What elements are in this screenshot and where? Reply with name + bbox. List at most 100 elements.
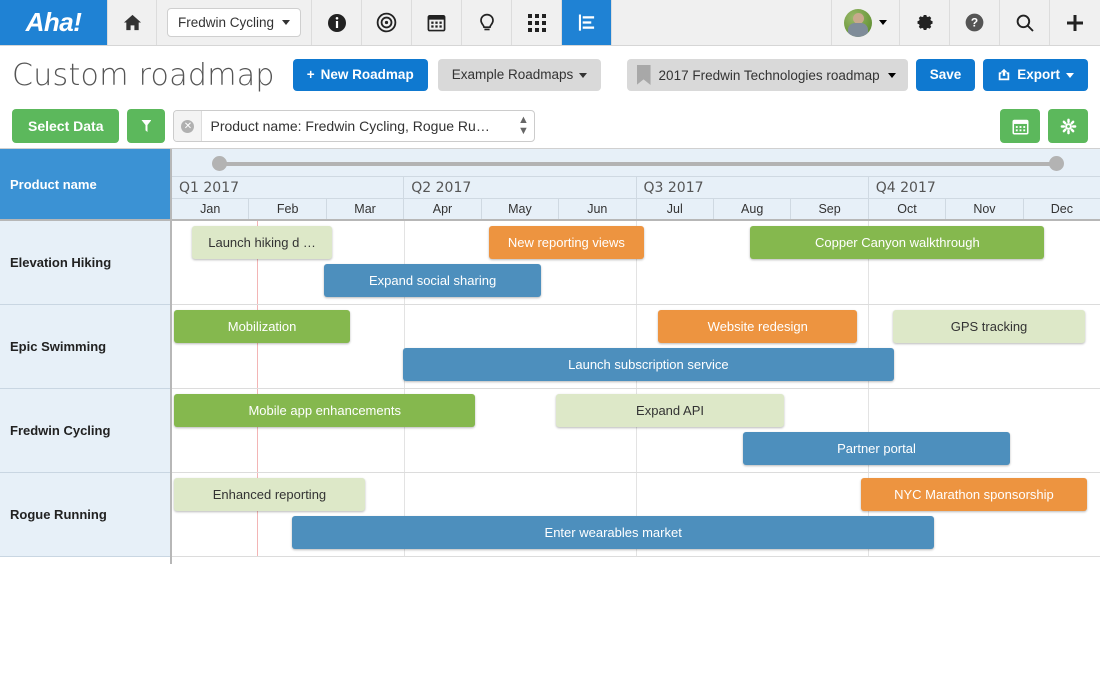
home-icon[interactable] xyxy=(107,0,157,45)
slider-handle-left[interactable] xyxy=(212,156,227,171)
page-title: Custom roadmap xyxy=(12,58,275,93)
chevron-down-icon xyxy=(579,73,587,78)
filter-funnel-button[interactable] xyxy=(127,109,165,143)
export-icon xyxy=(997,68,1011,82)
month-label: Feb xyxy=(249,199,326,219)
search-icon[interactable] xyxy=(1000,0,1050,45)
roadmap-grid: Product name Elevation HikingEpic Swimmi… xyxy=(0,148,1100,564)
month-label: Dec xyxy=(1024,199,1100,219)
slider-handle-right[interactable] xyxy=(1049,156,1064,171)
quarter-header-row: Q1 2017Q2 2017Q3 2017Q4 2017 xyxy=(172,177,1100,199)
filter-bar-actions xyxy=(1000,109,1088,143)
top-nav-right-group: ? xyxy=(831,0,1100,45)
example-roadmaps-dropdown[interactable]: Example Roadmaps xyxy=(438,59,602,91)
add-plus-icon[interactable] xyxy=(1050,0,1100,45)
chevron-down-icon xyxy=(282,20,290,25)
funnel-icon xyxy=(141,120,151,132)
info-icon[interactable] xyxy=(312,0,362,45)
bookmark-name: 2017 Fredwin Technologies roadmap xyxy=(659,68,880,83)
new-roadmap-label: New Roadmap xyxy=(321,68,414,82)
roadmap-bar[interactable]: Expand API xyxy=(556,394,783,427)
row-label[interactable]: Fredwin Cycling xyxy=(0,389,170,473)
roadmap-settings-button[interactable] xyxy=(1048,109,1088,143)
month-label: Jan xyxy=(172,199,249,219)
bookmark-icon xyxy=(637,65,651,85)
month-label: Jul xyxy=(637,199,714,219)
month-label: Mar xyxy=(327,199,404,219)
roadmap-bar[interactable]: Partner portal xyxy=(743,432,1009,465)
clear-filter-button[interactable]: ✕ xyxy=(174,111,202,141)
month-label: Apr xyxy=(404,199,481,219)
roadmap-bar[interactable]: GPS tracking xyxy=(893,310,1086,343)
roadmap-bar[interactable]: Launch subscription service xyxy=(403,348,893,381)
roadmap-row: Launch hiking d … New reporting views Copp… xyxy=(172,221,1100,305)
filter-stepper[interactable]: ▲▼ xyxy=(512,115,534,137)
month-label: Nov xyxy=(946,199,1023,219)
example-roadmaps-label: Example Roadmaps xyxy=(452,68,574,82)
roadmap-bar-rows: Launch hiking d … New reporting views Copp… xyxy=(172,221,1100,557)
new-roadmap-button[interactable]: + New Roadmap xyxy=(293,59,428,91)
gear-settings-icon[interactable] xyxy=(900,0,950,45)
select-data-button[interactable]: Select Data xyxy=(12,109,119,143)
user-avatar-menu[interactable] xyxy=(831,0,900,45)
help-question-icon[interactable]: ? xyxy=(950,0,1000,45)
month-label: Jun xyxy=(559,199,636,219)
chevron-down-icon xyxy=(1066,73,1074,78)
quarter-label: Q3 2017 xyxy=(637,177,869,198)
row-label[interactable]: Elevation Hiking xyxy=(0,221,170,305)
calendar-settings-button[interactable] xyxy=(1000,109,1040,143)
row-header-label: Product name xyxy=(0,149,170,221)
chevron-down-icon xyxy=(888,73,896,78)
page-header-actions: 2017 Fredwin Technologies roadmap Save E… xyxy=(627,59,1088,91)
calendar-icon[interactable] xyxy=(412,0,462,45)
roadmap-bar[interactable]: Enter wearables market xyxy=(292,516,935,549)
export-label: Export xyxy=(1017,68,1060,82)
month-header-row: JanFebMarAprMayJunJulAugSepOctNovDec xyxy=(172,199,1100,221)
roadmap-bar[interactable]: Expand social sharing xyxy=(324,264,541,297)
save-button[interactable]: Save xyxy=(916,59,976,91)
roadmap-row: Mobilization Website redesign GPS tracking… xyxy=(172,305,1100,389)
roadmap-bar[interactable]: Mobile app enhancements xyxy=(174,394,475,427)
top-navigation-bar: Aha! Fredwin Cycling xyxy=(0,0,1100,46)
lightbulb-idea-icon[interactable] xyxy=(462,0,512,45)
roadmap-bar[interactable]: Launch hiking d … xyxy=(192,226,332,259)
chevron-down-icon xyxy=(879,20,887,25)
grid-apps-icon[interactable] xyxy=(512,0,562,45)
close-icon: ✕ xyxy=(181,120,194,133)
filter-value: Product name: Fredwin Cycling, Rogue Ru… xyxy=(202,118,512,134)
roadmap-bar[interactable]: NYC Marathon sponsorship xyxy=(861,478,1087,511)
roadmap-bar[interactable]: Enhanced reporting xyxy=(174,478,364,511)
page-header: Custom roadmap + New Roadmap Example Roa… xyxy=(0,46,1100,104)
roadmap-report-icon[interactable] xyxy=(562,0,612,45)
roadmap-bar[interactable]: Mobilization xyxy=(174,310,350,343)
svg-text:?: ? xyxy=(971,16,978,30)
roadmap-row: Enhanced reporting NYC Marathon sponsorsh… xyxy=(172,473,1100,557)
product-selector[interactable]: Fredwin Cycling xyxy=(157,0,312,45)
product-name-filter[interactable]: ✕ Product name: Fredwin Cycling, Rogue R… xyxy=(173,110,535,142)
avatar xyxy=(844,9,872,37)
goals-target-icon[interactable] xyxy=(362,0,412,45)
roadmap-bookmark-selector[interactable]: 2017 Fredwin Technologies roadmap xyxy=(627,59,908,91)
quarter-label: Q2 2017 xyxy=(404,177,636,198)
roadmap-bar[interactable]: New reporting views xyxy=(489,226,644,259)
row-label[interactable]: Epic Swimming xyxy=(0,305,170,389)
row-label[interactable]: Rogue Running xyxy=(0,473,170,557)
month-label: Sep xyxy=(791,199,868,219)
roadmap-timeline: Q1 2017Q2 2017Q3 2017Q4 2017 JanFebMarAp… xyxy=(172,149,1100,564)
aha-logo[interactable]: Aha! xyxy=(0,0,107,45)
plus-icon: + xyxy=(307,68,315,82)
timeline-zoom-slider[interactable] xyxy=(172,149,1100,177)
roadmap-row: Mobile app enhancements Expand API Partner… xyxy=(172,389,1100,473)
quarter-label: Q1 2017 xyxy=(172,177,404,198)
month-label: May xyxy=(482,199,559,219)
filter-bar: Select Data ✕ Product name: Fredwin Cycl… xyxy=(0,104,1100,148)
roadmap-bar[interactable]: Copper Canyon walkthrough xyxy=(750,226,1044,259)
export-button[interactable]: Export xyxy=(983,59,1088,91)
month-label: Oct xyxy=(869,199,946,219)
roadmap-bar[interactable]: Website redesign xyxy=(658,310,857,343)
roadmap-row-labels: Product name Elevation HikingEpic Swimmi… xyxy=(0,149,172,564)
month-label: Aug xyxy=(714,199,791,219)
slider-track[interactable] xyxy=(218,162,1058,166)
product-selector-label: Fredwin Cycling xyxy=(178,15,274,30)
quarter-label: Q4 2017 xyxy=(869,177,1100,198)
